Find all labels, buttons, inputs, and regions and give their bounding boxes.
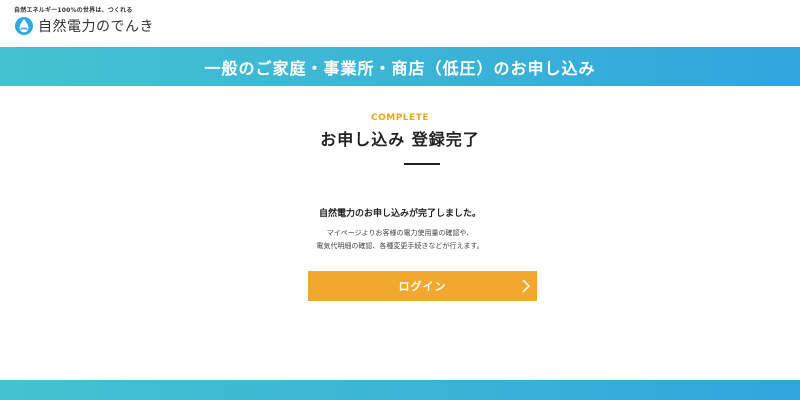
complete-status-label: COMPLETE [371,113,429,123]
site-tagline: 自然エネルギー100%の世界は、つくれる [14,7,133,14]
completion-description: マイページよりお客様の電力使用量の確認や、 電気代明細の確認、各種変更手続きなど… [0,227,800,253]
footer-band [0,380,800,400]
login-button-label: ログイン [398,281,447,293]
completion-message: 自然電力のお申し込みが完了しました。 [318,209,481,219]
main-content: COMPLETE お申し込み 登録完了 自然電力のお申し込みが完了しました。 マ… [0,86,800,380]
chevron-right-icon [522,279,530,293]
page-title: お申し込み 登録完了 [320,130,480,149]
banner-title: 一般のご家庭・事業所・商店（低圧）のお申し込み [204,58,596,78]
water-drop-icon [15,17,33,35]
site-logo[interactable]: 自然電力のでんき [14,16,154,36]
description-line-2: 電気代明細の確認、各種変更手続きなどが行えます。 [316,242,484,250]
site-header: 自然エネルギー100%の世界は、つくれる 自然電力のでんき [0,0,800,47]
heading-divider [404,163,440,165]
logo-text: 自然電力のでんき [38,19,154,35]
description-line-1: マイページよりお客様の電力使用量の確認や、 [326,229,474,237]
title-banner: 一般のご家庭・事業所・商店（低圧）のお申し込み [0,47,800,86]
login-button[interactable]: ログイン [308,271,537,301]
